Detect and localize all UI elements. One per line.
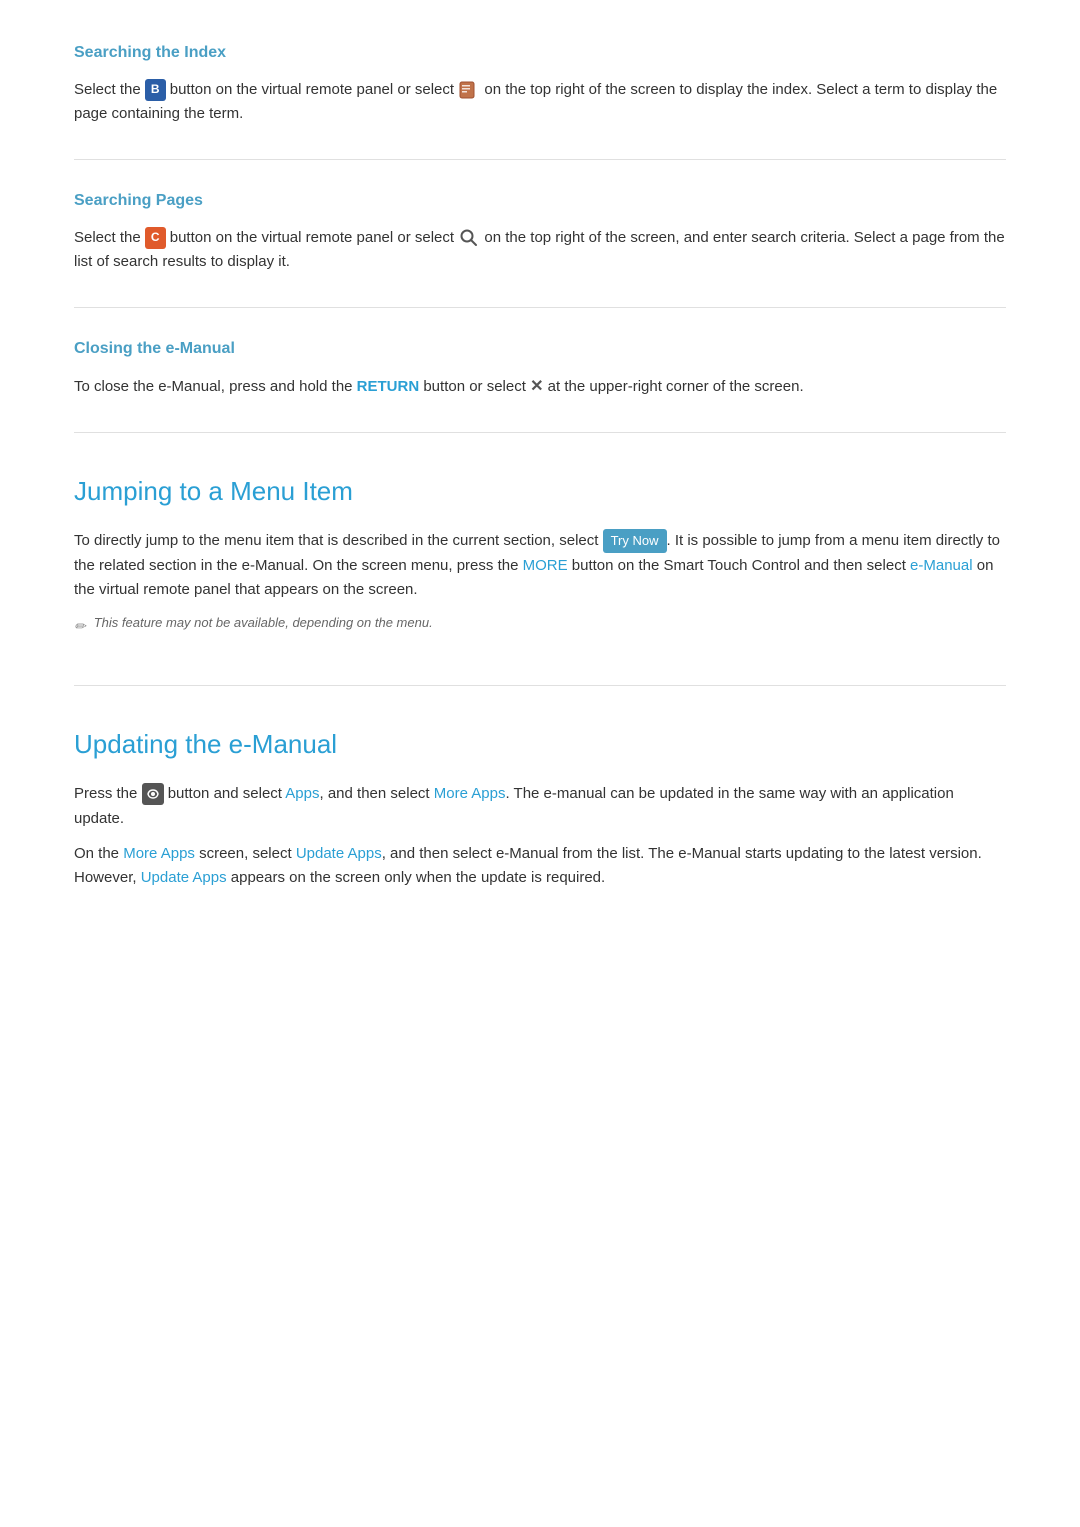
return-highlight: RETURN (357, 378, 420, 395)
searching-pages-paragraph: Select the C button on the virtual remot… (74, 226, 1006, 276)
note-row: ✏ This feature may not be available, dep… (74, 613, 1006, 637)
index-icon (458, 79, 480, 101)
divider-3 (74, 432, 1006, 433)
update-apps-link-2[interactable]: Update Apps (141, 869, 227, 886)
divider-1 (74, 159, 1006, 160)
searching-index-paragraph: Select the B button on the virtual remot… (74, 78, 1006, 128)
updating-emanual-heading: Updating the e-Manual (74, 714, 1006, 766)
update-apps-link-1[interactable]: Update Apps (296, 845, 382, 862)
searching-pages-section: Searching Pages Select the C button on t… (74, 188, 1006, 275)
divider-4 (74, 685, 1006, 686)
closing-emanual-paragraph: To close the e-Manual, press and hold th… (74, 374, 1006, 400)
emanual-link[interactable]: e-Manual (910, 557, 973, 574)
closing-emanual-section: Closing the e-Manual To close the e-Manu… (74, 336, 1006, 400)
jumping-menu-paragraph: To directly jump to the menu item that i… (74, 529, 1006, 603)
divider-2 (74, 307, 1006, 308)
closing-emanual-heading: Closing the e-Manual (74, 336, 1006, 362)
updating-para-2: On the More Apps screen, select Update A… (74, 842, 1006, 892)
smart-hub-icon (142, 783, 164, 805)
jumping-menu-heading: Jumping to a Menu Item (74, 461, 1006, 513)
pencil-icon: ✏ (74, 615, 86, 637)
b-button-badge: B (145, 79, 166, 101)
updating-para-1: Press the button and select Apps, and th… (74, 782, 1006, 832)
searching-pages-heading: Searching Pages (74, 188, 1006, 214)
try-now-badge[interactable]: Try Now (603, 529, 667, 552)
more-link[interactable]: MORE (523, 557, 568, 574)
search-icon (458, 227, 480, 249)
note-text: This feature may not be available, depen… (94, 613, 433, 634)
updating-emanual-section: Updating the e-Manual Press the button a… (74, 714, 1006, 891)
jumping-menu-section: Jumping to a Menu Item To directly jump … (74, 461, 1006, 637)
apps-link-1[interactable]: Apps (285, 785, 319, 802)
close-x-icon: ✕ (530, 374, 543, 400)
searching-index-section: Searching the Index Select the B button … (74, 40, 1006, 127)
c-button-badge: C (145, 227, 166, 249)
more-apps-link-1[interactable]: More Apps (434, 785, 506, 802)
more-apps-link-2[interactable]: More Apps (123, 845, 195, 862)
searching-index-heading: Searching the Index (74, 40, 1006, 66)
